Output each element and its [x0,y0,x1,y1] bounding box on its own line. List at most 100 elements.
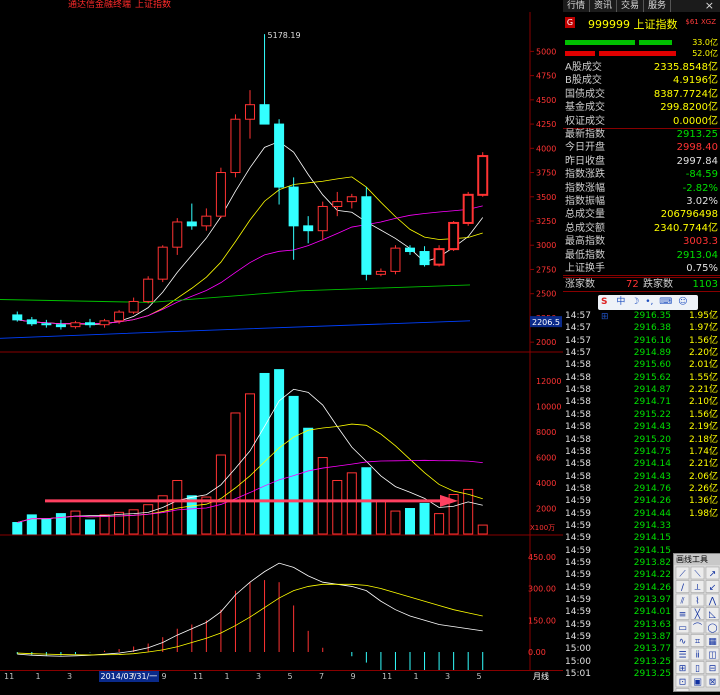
period-label[interactable]: 月线 [533,671,549,682]
date-label-13: 1 [413,672,419,681]
volume-bar-15 [230,412,241,535]
stat-row: 指数涨跌 -84.59 [563,168,720,181]
macd-axis-label-1: 300.00 [528,585,556,594]
candle-body-29 [433,248,445,266]
candle-body-14 [215,172,226,217]
stat-row: 总成交额 2340.7744亿 [563,222,720,235]
ime-chinese-icon[interactable]: 中 [610,297,625,307]
volume-bar-3 [55,513,66,535]
drawing-tools-panel[interactable]: 画线工具 ⟋⟍↗∕⟂↙⫽⌇⋀≡╳◺▭⌒◯∿⌗▦☰ⅱ◫⊞▯⊟⊡▣⊠✎ [673,553,720,695]
price-axis-label-3: 4250 [536,120,556,129]
ime-toolbar[interactable]: S 中 ☽ •, ⌨ ☺ ⊞ [598,295,698,322]
tick-time: 14:58 [565,372,591,383]
tick-row: 14:58 2914.43 2.19亿 [563,421,720,434]
tick-row: 14:58 2914.71 2.10亿 [563,396,720,409]
stat-row: 指数振幅 3.02% [563,195,720,208]
vol-axis-label-5: 2000 [536,505,556,514]
g-badge-icon[interactable]: G [565,17,575,28]
ime-s-icon[interactable]: S [598,297,607,307]
tick-price: 2914.71 [633,397,671,408]
tick-price: 2914.15 [633,533,671,544]
candle-body-10 [157,246,168,280]
ime-moon-icon[interactable]: ☽ [628,297,639,307]
stat-label: 指数振幅 [565,196,605,207]
price-marker: 2206.5 [532,318,560,327]
tool-icon-14: ◯ [707,624,717,634]
tab-news[interactable]: 资讯 [590,0,618,12]
tick-row: 14:59 2914.26 1.36亿 [563,495,720,508]
date-label-1: 1 [35,672,41,681]
stat-row: A股成交 2335.8548亿 [563,61,720,74]
price-axis-label-0: 5000 [536,47,556,56]
candle-body-12 [186,221,197,227]
tick-price: 2913.63 [633,619,671,630]
tool-icon-7: ⌇ [695,596,699,607]
tab-service[interactable]: 服务 [644,0,672,12]
price-axis-label-6: 3500 [536,193,556,202]
tool-icon-9: ≡ [679,610,687,620]
bar-red-2 [599,51,676,56]
tick-row: 14:58 2914.43 2.06亿 [563,471,720,484]
ime-user-icon[interactable]: ☺ [675,297,687,307]
ime-punct-icon[interactable]: •, [642,297,653,307]
tick-price: 2916.35 [633,311,671,321]
tick-time: 14:58 [565,409,591,420]
stat-label: 基金成交 [565,102,605,114]
tool-icon-17: ▦ [708,637,717,647]
price-axis-label-1: 4750 [536,72,556,81]
stat-row: B股成交 4.9196亿 [563,74,720,87]
candle-body-15 [230,118,241,174]
tab-trade[interactable]: 交易 [617,0,645,12]
price-axis-label-4: 4000 [536,144,556,153]
tick-time: 14:59 [565,558,591,568]
tick-row: 14:58 2915.22 1.56亿 [563,409,720,422]
volume-bar-0 [12,522,23,535]
stat-label: 指数涨跌 [565,169,605,181]
bar-green-2 [639,40,672,45]
stat-label: A股成交 [565,62,602,73]
tool-icon-18: ☰ [678,651,686,661]
candle-body-19 [288,186,299,227]
tick-row: 14:58 2914.76 2.26亿 [563,483,720,496]
candle-body-13 [201,215,212,227]
tick-price: 2913.77 [633,644,671,655]
volume-bar-16 [244,393,256,535]
tool-icon-5: ↙ [709,583,717,593]
tick-time: 14:57 [565,323,591,334]
ime-keyboard-icon[interactable]: ⌨ [656,297,672,307]
stat-row: 今日开盘 2998.40 [563,141,720,154]
price-axis-label-8: 3000 [536,241,556,250]
tick-price: 2914.43 [633,471,671,482]
drawing-tools-grid[interactable]: ⟋⟍↗∕⟂↙⫽⌇⋀≡╳◺▭⌒◯∿⌗▦☰ⅱ◫⊞▯⊟⊡▣⊠✎ [674,565,720,695]
candle-body-3 [55,324,66,328]
candle-body-11 [172,221,183,248]
tick-time: 14:59 [565,533,591,544]
tab-market[interactable]: 行情 [563,0,591,12]
stat-label: 最高指数 [565,236,605,248]
tick-price: 2914.43 [633,422,671,433]
stat-row: 上证换手 0.75% [563,262,720,276]
tick-row: 14:59 2914.15 [563,532,720,545]
date-label-8: 3 [256,672,262,681]
close-icon[interactable]: × [705,0,714,12]
kline-chart-svg[interactable]: 5000 4750 4500 4250 4000 3750 3500 3250 3000 2750… [0,12,563,691]
stat-row: 总成交量 206796498 [563,208,720,221]
up-count: 72 [626,279,639,290]
tool-icon-12: ▭ [678,624,687,634]
breadth-row: 涨家数 72 跌家数 1103 [563,277,720,292]
tick-row: 14:59 2914.44 1.98亿 [563,508,720,521]
stat-label: 上证换手 [565,263,605,274]
stat-label: 权证成交 [565,115,605,127]
tick-row: 14:57 2914.89 2.20亿 [563,347,720,360]
tick-time: 14:57 [565,311,591,321]
candle-body-28 [419,251,430,266]
row-divider [563,275,720,276]
tick-price: 2914.01 [633,607,671,618]
vol-axis-label-3: 6000 [536,454,556,463]
kline-chart-area[interactable]: 5000 4750 4500 4250 4000 3750 3500 3250 3000 2750… [0,12,563,691]
date-label-0: 11 [4,672,15,681]
tick-volume: 2.26亿 [688,483,718,494]
date-label-9: 5 [287,672,293,681]
stat-value: 0.75% [686,263,718,274]
tool-icon-26: ⊠ [709,678,717,688]
